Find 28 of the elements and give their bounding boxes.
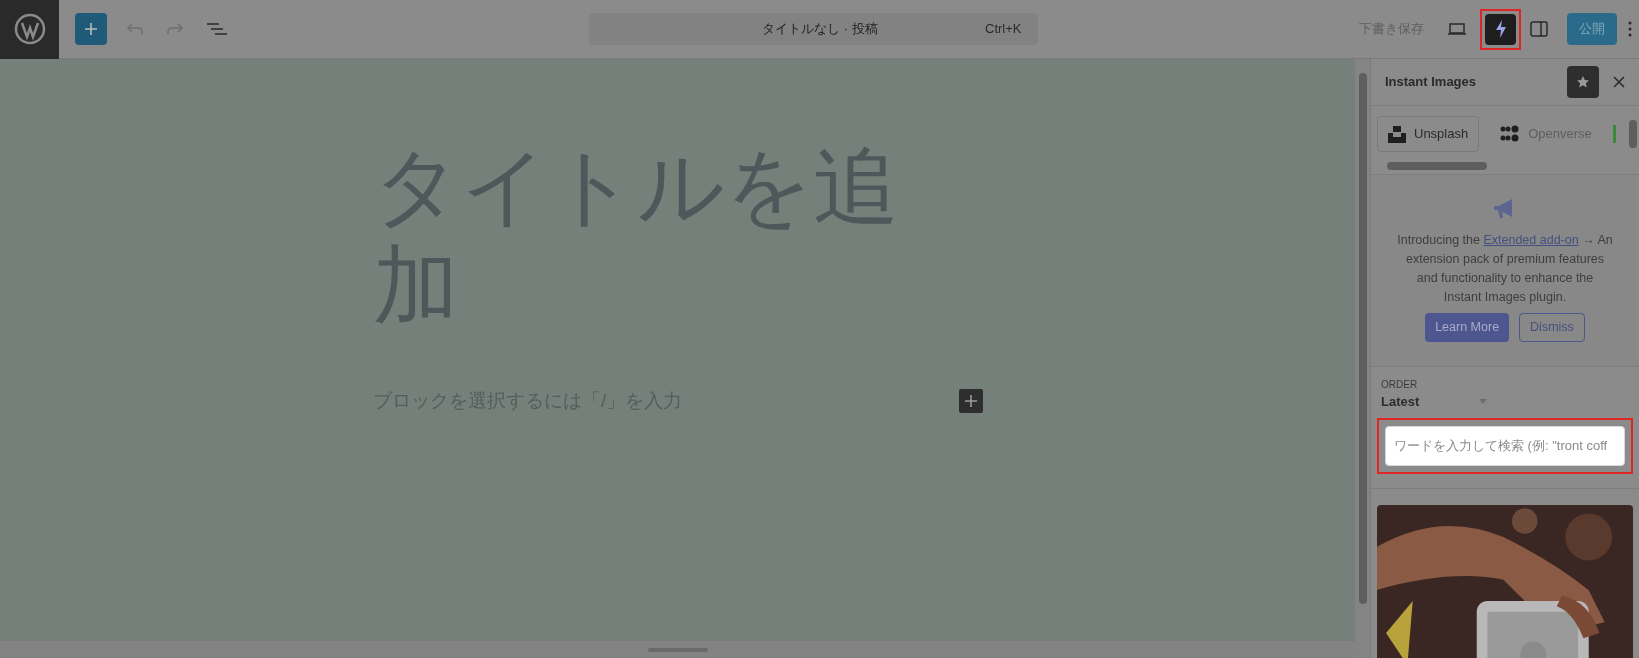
notice-text: Introducing the Extended add-on → An extension pack of premium features and functionality to enhance the Instant Images plugin.: [1397, 232, 1613, 306]
caret-icon: [1479, 399, 1487, 405]
wordpress-logo[interactable]: [0, 0, 59, 59]
sidebar-title: Instant Images: [1385, 73, 1478, 92]
add-block-button[interactable]: [75, 13, 107, 45]
add-block-icon[interactable]: [959, 389, 983, 414]
publish-button[interactable]: 公開: [1567, 13, 1617, 45]
more-icon[interactable]: [1627, 19, 1633, 39]
star-icon: [1576, 75, 1590, 89]
order-label: ORDER: [1380, 378, 1419, 392]
lightning-icon: [1494, 19, 1507, 39]
order-dropdown[interactable]: Latest: [1377, 392, 1487, 412]
search-field[interactable]: ワードを入力して検索 (例: "tront coff: [1385, 425, 1625, 466]
close-icon[interactable]: [1613, 76, 1625, 88]
plus-icon: [84, 22, 98, 36]
resize-handle[interactable]: [647, 647, 708, 652]
favorite-button[interactable]: [1567, 66, 1599, 98]
dismiss-button[interactable]: Dismiss: [1519, 313, 1585, 342]
wordpress-icon: [13, 13, 46, 45]
learn-more-button[interactable]: Learn More: [1425, 313, 1510, 342]
unsplash-icon: [1388, 125, 1406, 143]
editor-scrollbar[interactable]: [1355, 59, 1370, 658]
sidebar-toggle-icon[interactable]: [1529, 19, 1549, 39]
extended-addon-link[interactable]: Extended add-on: [1483, 233, 1579, 247]
openverse-icon: [1500, 125, 1521, 143]
source-tab-edge: [1612, 125, 1616, 143]
command-bar[interactable]: タイトルなし · 投稿 Ctrl+K: [588, 13, 1038, 45]
source-tab[interactable]: Unsplash: [1377, 116, 1480, 152]
